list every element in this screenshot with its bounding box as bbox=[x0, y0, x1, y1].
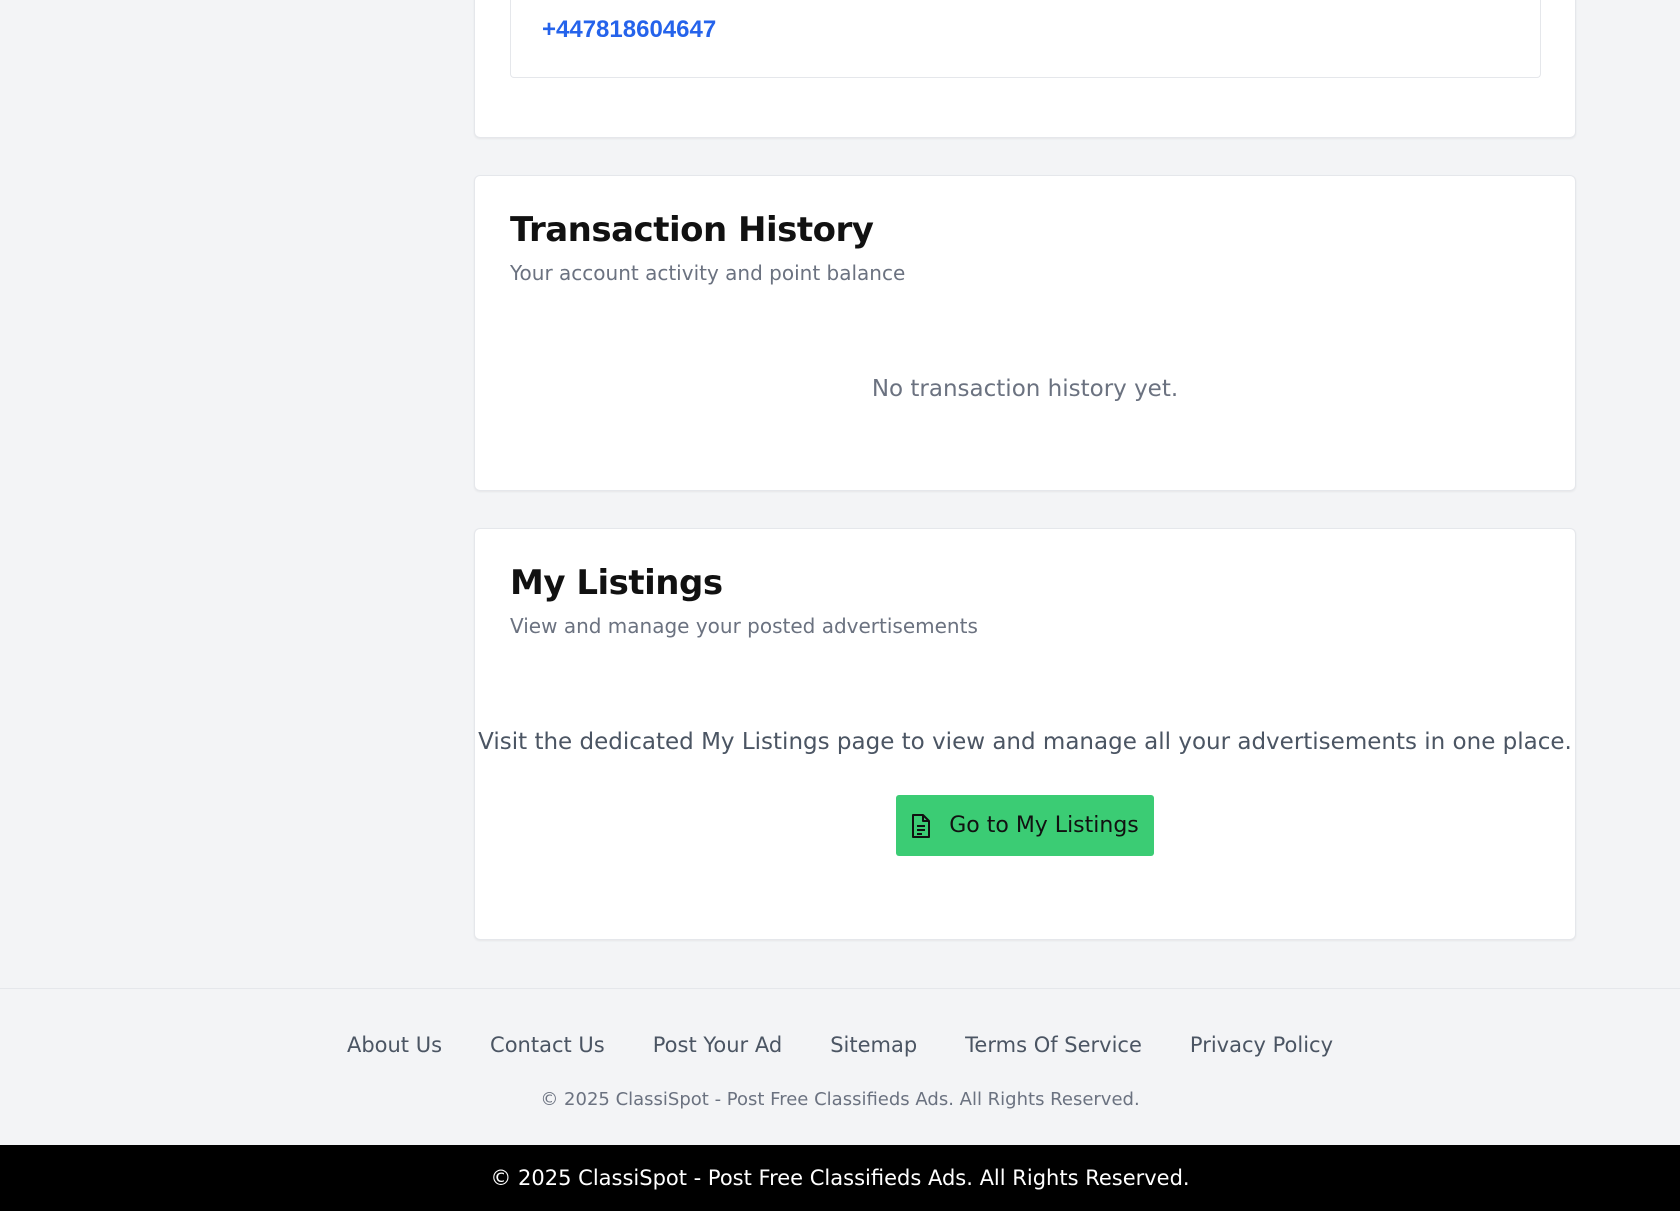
phone-link[interactable]: +447818604647 bbox=[542, 16, 716, 44]
site-footer: About Us Contact Us Post Your Ad Sitemap… bbox=[0, 988, 1680, 1145]
my-listings-title: My Listings bbox=[510, 563, 723, 603]
phone-box: +447818604647 bbox=[510, 0, 1541, 78]
profile-page: +447818604647 Transaction History Your a… bbox=[0, 0, 1680, 1211]
transaction-history-title: Transaction History bbox=[510, 210, 874, 250]
contact-card: +447818604647 bbox=[474, 0, 1576, 138]
footer-link-post-your-ad[interactable]: Post Your Ad bbox=[653, 1033, 782, 1057]
my-listings-subtitle: View and manage your posted advertisemen… bbox=[510, 614, 978, 638]
transaction-history-subtitle: Your account activity and point balance bbox=[510, 261, 906, 285]
footer-link-sitemap[interactable]: Sitemap bbox=[830, 1033, 917, 1057]
footer-nav: About Us Contact Us Post Your Ad Sitemap… bbox=[0, 1033, 1680, 1057]
go-to-my-listings-label: Go to My Listings bbox=[949, 813, 1139, 838]
bottom-copyright-text: © 2025 ClassiSpot - Post Free Classified… bbox=[490, 1166, 1190, 1190]
footer-link-about-us[interactable]: About Us bbox=[347, 1033, 442, 1057]
bottom-copyright-bar: © 2025 ClassiSpot - Post Free Classified… bbox=[0, 1145, 1680, 1211]
footer-link-privacy-policy[interactable]: Privacy Policy bbox=[1190, 1033, 1333, 1057]
document-icon bbox=[911, 813, 931, 838]
my-listings-card: My Listings View and manage your posted … bbox=[474, 528, 1576, 940]
empty-transactions-message: No transaction history yet. bbox=[871, 376, 1179, 402]
my-listings-message: Visit the dedicated My Listings page to … bbox=[478, 729, 1572, 755]
footer-link-terms-of-service[interactable]: Terms Of Service bbox=[965, 1033, 1142, 1057]
footer-link-contact-us[interactable]: Contact Us bbox=[490, 1033, 605, 1057]
transaction-history-card: Transaction History Your account activit… bbox=[474, 175, 1576, 491]
footer-copyright: © 2025 ClassiSpot - Post Free Classified… bbox=[540, 1089, 1140, 1110]
go-to-my-listings-button[interactable]: Go to My Listings bbox=[896, 795, 1154, 856]
